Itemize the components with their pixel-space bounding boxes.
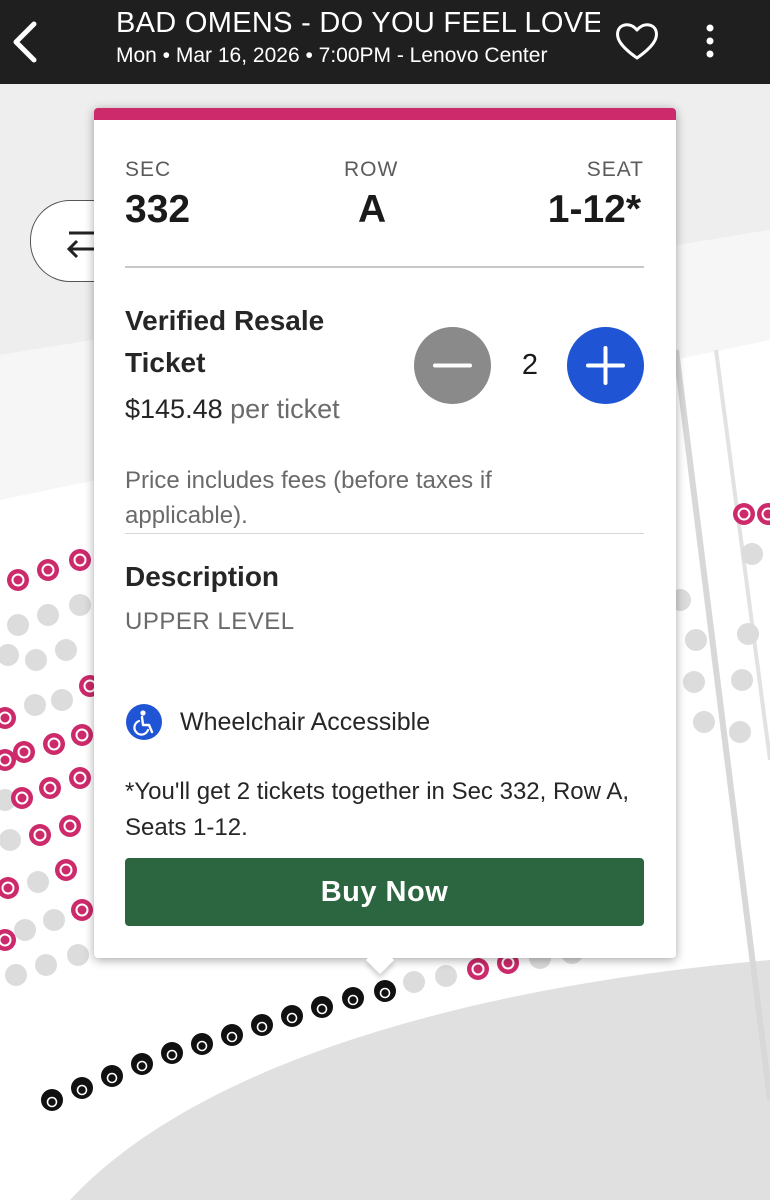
quantity-value: 2 <box>521 349 539 381</box>
seat[interactable] <box>737 623 759 645</box>
price-unit: per ticket <box>230 394 340 424</box>
seat[interactable] <box>685 629 707 651</box>
price-value: $145.48 <box>125 394 223 424</box>
minus-icon <box>433 363 472 368</box>
seat[interactable] <box>741 543 763 565</box>
accessible-seat[interactable] <box>101 1065 123 1087</box>
resale-seat[interactable] <box>37 559 59 581</box>
seat[interactable] <box>0 829 21 851</box>
seat[interactable] <box>51 689 73 711</box>
seat[interactable] <box>683 671 705 693</box>
fees-note: Price includes fees (before taxes if app… <box>125 467 492 529</box>
seat[interactable] <box>729 721 751 743</box>
resale-seat[interactable] <box>71 899 93 921</box>
more-vertical-icon <box>706 24 714 58</box>
seat[interactable] <box>67 944 89 966</box>
seat-label: SEAT <box>586 158 644 181</box>
favorite-button[interactable] <box>612 18 662 64</box>
seat[interactable] <box>5 964 27 986</box>
seat[interactable] <box>7 614 29 636</box>
wheelchair-icon <box>126 704 162 740</box>
chevron-left-icon <box>13 21 37 63</box>
seat[interactable] <box>24 694 46 716</box>
heart-outline-icon <box>616 23 658 60</box>
seat[interactable] <box>37 604 59 626</box>
accessible-seat[interactable] <box>131 1053 153 1075</box>
resale-seat[interactable] <box>43 733 65 755</box>
resale-seat[interactable] <box>733 503 755 525</box>
resale-seat[interactable] <box>55 859 77 881</box>
accessible-seat[interactable] <box>251 1014 273 1036</box>
seat-value: 1-12* <box>547 188 641 231</box>
ticket-type: Verified Resale Ticket <box>125 305 325 378</box>
buy-now-button[interactable]: Buy Now <box>125 858 644 926</box>
seat[interactable] <box>693 711 715 733</box>
resale-seat[interactable] <box>7 569 29 591</box>
accessible-seat[interactable] <box>281 1005 303 1027</box>
resale-seat[interactable] <box>29 824 51 846</box>
description-heading: Description <box>125 561 280 592</box>
resale-seat[interactable] <box>13 741 35 763</box>
seat[interactable] <box>35 954 57 976</box>
description-value: UPPER LEVEL <box>125 608 295 635</box>
divider <box>125 266 644 268</box>
event-title: BAD OMENS - DO YOU FEEL LOVE <box>116 7 600 39</box>
seats-together-note: *You'll get 2 tickets together in Sec 33… <box>125 778 629 841</box>
section-label: SEC <box>125 158 172 181</box>
accessible-seat[interactable] <box>311 996 333 1018</box>
resale-seat[interactable] <box>11 787 33 809</box>
resale-seat[interactable] <box>71 724 93 746</box>
seat[interactable] <box>27 871 49 893</box>
resale-seat[interactable] <box>69 767 91 789</box>
divider <box>125 533 644 534</box>
accessible-seat[interactable] <box>41 1089 63 1111</box>
seat[interactable] <box>435 965 457 987</box>
seat[interactable] <box>69 594 91 616</box>
resale-seat[interactable] <box>467 958 489 980</box>
back-button[interactable] <box>6 14 46 70</box>
seat[interactable] <box>14 919 36 941</box>
listing-card: SEC 332 ROW A SEAT 1-12* Verified Resale… <box>94 108 676 975</box>
seat[interactable] <box>403 971 425 993</box>
card-accent-bar <box>94 108 676 120</box>
accessibility-feature: Wheelchair Accessible <box>180 708 431 736</box>
row-label: ROW <box>344 158 399 181</box>
event-header: BAD OMENS - DO YOU FEEL LOVE Mon • Mar 1… <box>0 0 770 84</box>
event-subtitle: Mon • Mar 16, 2026 • 7:00PM - Lenovo Cen… <box>116 44 548 67</box>
resale-seat[interactable] <box>69 549 91 571</box>
resale-seat[interactable] <box>59 815 81 837</box>
seat[interactable] <box>43 909 65 931</box>
accessible-seat[interactable] <box>71 1077 93 1099</box>
resale-seat[interactable] <box>39 777 61 799</box>
accessible-seat[interactable] <box>221 1024 243 1046</box>
accessible-seat[interactable] <box>342 987 364 1009</box>
plus-icon <box>586 346 625 385</box>
seat[interactable] <box>25 649 47 671</box>
ticket-price: $145.48 per ticket <box>125 394 340 425</box>
accessible-seat[interactable] <box>191 1033 213 1055</box>
row-value: A <box>358 188 387 231</box>
seat[interactable] <box>55 639 77 661</box>
seat[interactable] <box>731 669 753 691</box>
more-options-button[interactable] <box>690 18 730 64</box>
section-value: 332 <box>125 188 191 231</box>
increase-quantity-button[interactable] <box>567 327 644 404</box>
accessible-seat[interactable] <box>161 1042 183 1064</box>
decrease-quantity-button[interactable] <box>414 327 491 404</box>
accessible-seat[interactable] <box>374 980 396 1002</box>
